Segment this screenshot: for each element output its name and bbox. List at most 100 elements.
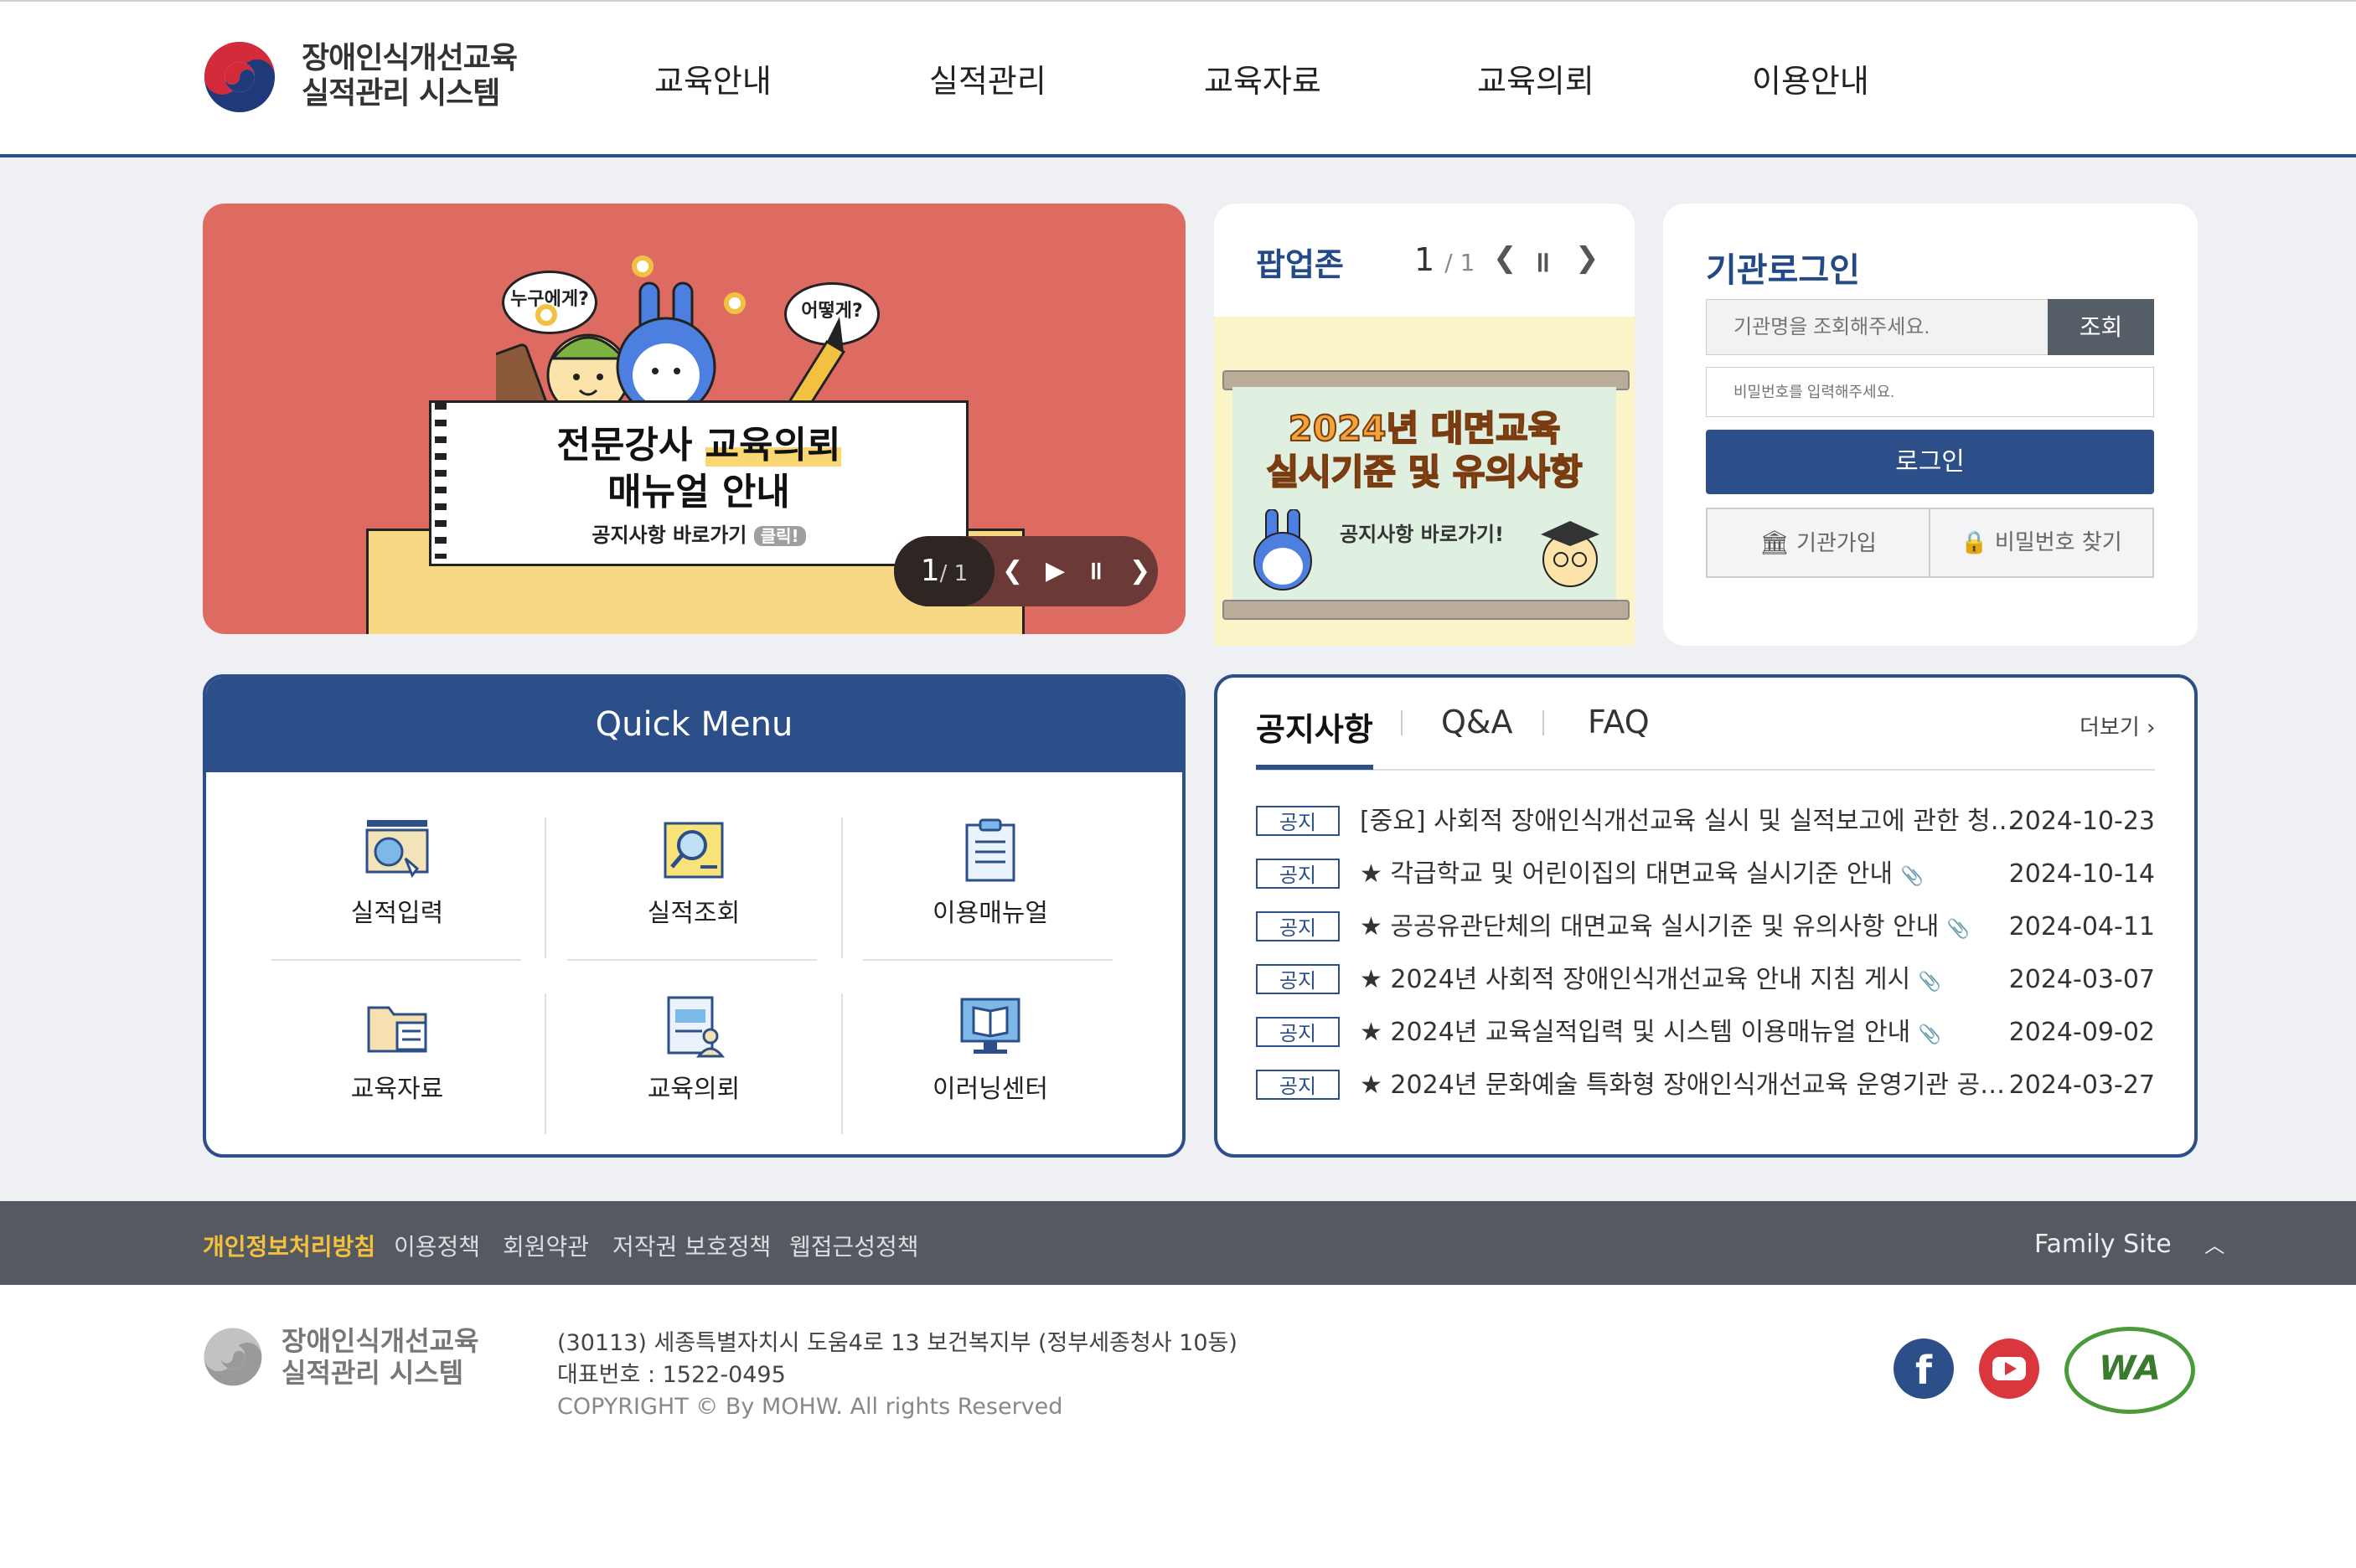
footer-logo-line2: 실적관리 시스템: [282, 1357, 464, 1389]
notice-row[interactable]: 공지 ★ 2024년 문화예술 특화형 장애인식개선교육 운영기관 공지 및 교…: [1256, 1070, 2155, 1103]
popup-board-bottom: [1222, 600, 1630, 620]
tab-qna[interactable]: Q&A: [1441, 704, 1513, 740]
footer-address: (30113) 세종특별자치시 도움4로 13 보건복지부 (정부세종청사 10…: [557, 1330, 1237, 1356]
quick-divider-h1: [271, 959, 521, 961]
facebook-icon[interactable]: f: [1894, 1338, 1954, 1399]
notice-row[interactable]: 공지 ★ 2024년 사회적 장애인식개선교육 안내 지침 게시 📎 2024-…: [1256, 964, 2155, 998]
org-login-title: 기관로그인: [1706, 251, 1860, 290]
tab-notice[interactable]: 공지사항: [1256, 704, 1373, 750]
popup-pause-icon[interactable]: ॥: [1533, 241, 1550, 280]
banner-notice-link[interactable]: 공지사항 바로가기 클릭!: [431, 518, 966, 548]
popup-character-illustration: [1541, 521, 1599, 587]
youtube-icon[interactable]: [1979, 1338, 2039, 1399]
footer-accessibility-policy-link[interactable]: 웹접근성정책: [789, 1229, 919, 1262]
banner-pause-icon[interactable]: ॥: [1088, 536, 1103, 606]
find-password-label: 비밀번호 찾기: [1994, 530, 2122, 555]
quick-divider-h2: [567, 959, 817, 961]
search-doc-icon: [660, 817, 727, 884]
popup-next-icon[interactable]: ❯: [1575, 241, 1599, 275]
nav-usage-guide[interactable]: 이용안내: [1752, 55, 1869, 101]
site-logo[interactable]: 장애인식개선교육 실적관리 시스템: [203, 35, 538, 119]
banner-title-highlight: 교육의뢰: [705, 424, 841, 467]
popup-prev-icon[interactable]: ❮: [1493, 241, 1517, 275]
family-site-label: Family Site: [2034, 1230, 2172, 1259]
notice-row[interactable]: 공지 ★ 공공유관단체의 대면교육 실시기준 및 유의사항 안내 📎 2024-…: [1256, 911, 2155, 945]
notice-date: 2024-03-07: [2008, 965, 2155, 994]
find-password-button[interactable]: 🔒 비밀번호 찾기: [1929, 508, 2154, 578]
quick-item-label: 실적조회: [647, 899, 741, 928]
popup-counter-current: 1: [1414, 241, 1435, 278]
notice-row[interactable]: 공지 ★ 2024년 교육실적입력 및 시스템 이용매뉴얼 안내 📎 2024-…: [1256, 1017, 2155, 1050]
quick-divider-v1: [545, 818, 546, 958]
quick-item-label: 이용매뉴얼: [933, 899, 1048, 928]
popup-counter-total: / 1: [1444, 249, 1475, 276]
quick-item-education-request[interactable]: 교육의뢰: [572, 993, 815, 1105]
org-name-input[interactable]: [1706, 299, 2049, 355]
footer-privacy-policy-link[interactable]: 개인정보처리방침: [203, 1229, 375, 1262]
quick-item-label: 이러닝센터: [933, 1075, 1048, 1104]
footer-phone: 대표번호 : 1522-0495: [557, 1362, 786, 1388]
banner-prev-icon[interactable]: ❮: [1002, 536, 1023, 606]
notice-date: 2024-10-23: [2008, 807, 2155, 836]
more-label: 더보기: [2080, 715, 2140, 740]
tab-divider: [1401, 710, 1403, 735]
nav-materials[interactable]: 교육자료: [1204, 55, 1321, 101]
government-emblem-icon: [204, 42, 275, 112]
notice-row[interactable]: 공지 ★ 각급학교 및 어린이집의 대면교육 실시기준 안내 📎 2024-10…: [1256, 859, 2155, 892]
tab-underline-track: [1256, 769, 2155, 771]
notice-date: 2024-04-11: [2008, 912, 2155, 941]
org-query-button[interactable]: 조회: [2048, 299, 2154, 355]
notice-row[interactable]: 공지 [중요] 사회적 장애인식개선교육 실시 및 실적보고에 관한 청렴 권고…: [1256, 806, 2155, 839]
notice-title: ★ 공공유관단체의 대면교육 실시기준 및 유의사항 안내 📎: [1360, 911, 2022, 946]
notice-title: ★ 2024년 교육실적입력 및 시스템 이용매뉴얼 안내 📎: [1360, 1017, 2022, 1051]
notice-date: 2024-09-02: [2008, 1018, 2155, 1047]
password-input[interactable]: [1706, 367, 2154, 417]
banner-play-icon[interactable]: ▶: [1046, 536, 1065, 606]
popup-counter: 1 / 1: [1414, 241, 1475, 278]
footer-emblem-icon: [204, 1328, 262, 1386]
login-button[interactable]: 로그인: [1706, 430, 2154, 494]
attachment-icon: 📎: [1918, 972, 1942, 993]
banner-counter-total: / 1: [939, 561, 969, 586]
clipboard-icon: [957, 817, 1024, 884]
footer-copyright: COPYRIGHT © By MOHW. All rights Reserved: [557, 1394, 1063, 1420]
wa-badge-text: WA: [2099, 1349, 2161, 1388]
quick-item-label: 교육의뢰: [647, 1075, 741, 1104]
notice-badge: 공지: [1256, 964, 1340, 994]
quick-item-performance-input[interactable]: 실적입력: [276, 817, 519, 929]
quick-item-label: 실적입력: [350, 899, 444, 928]
more-link[interactable]: 더보기 ›: [2080, 710, 2155, 741]
footer-copyright-policy-link[interactable]: 저작권 보호정책: [612, 1229, 771, 1262]
nav-performance[interactable]: 실적관리: [929, 55, 1046, 101]
footer-usage-policy-link[interactable]: 이용정책: [394, 1229, 480, 1262]
banner-next-icon[interactable]: ❯: [1129, 536, 1150, 606]
footer-logo-text: 장애인식개선교육 실적관리 시스템: [282, 1325, 479, 1389]
attachment-icon: 📎: [1946, 919, 1971, 940]
banner-title-line2: 매뉴얼 안내: [607, 471, 790, 513]
quick-item-education-materials[interactable]: 교육자료: [276, 993, 519, 1105]
popup-rabbit-illustration: [1253, 509, 1312, 591]
org-join-button[interactable]: 🏛 기관가입: [1706, 508, 1930, 578]
banner-counter-current: 1: [920, 554, 940, 588]
banner-click-badge: 클릭!: [753, 526, 806, 546]
nav-education-guide[interactable]: 교육안내: [654, 55, 772, 101]
nav-request[interactable]: 교육의뢰: [1477, 55, 1594, 101]
notice-title: ★ 2024년 문화예술 특화형 장애인식개선교육 운영기관 공지 및 교…: [1360, 1070, 2022, 1100]
institution-icon: 🏛: [1759, 529, 1790, 556]
quick-item-user-manual[interactable]: 이용매뉴얼: [869, 817, 1112, 929]
notice-badge: 공지: [1256, 1070, 1340, 1100]
tab-faq[interactable]: FAQ: [1588, 704, 1650, 740]
family-site-toggle[interactable]: Family Site ︿: [2034, 1229, 2224, 1259]
notice-date: 2024-10-14: [2008, 859, 2155, 889]
banner-notepad: 전문강사 교육의뢰 매뉴얼 안내 공지사항 바로가기 클릭!: [429, 400, 969, 566]
popup-image-link: 공지사항 바로가기!: [1340, 523, 1504, 546]
quick-menu-title: Quick Menu: [206, 678, 1182, 772]
notice-title-text: ★ 2024년 사회적 장애인식개선교육 안내 지침 게시: [1360, 965, 1911, 994]
popup-image[interactable]: 2024년 대면교육 실시기준 및 유의사항 공지사항 바로가기!: [1214, 317, 1635, 646]
quick-item-elearning-center[interactable]: 이러닝센터: [869, 993, 1112, 1105]
footer-terms-link[interactable]: 회원약관: [503, 1229, 589, 1262]
chevron-up-icon: ︿: [2204, 1234, 2225, 1257]
web-accessibility-badge-icon[interactable]: WA: [2064, 1327, 2195, 1414]
popup-image-line2: 실시기준 및 유의사항: [1265, 451, 1583, 493]
quick-item-performance-search[interactable]: 실적조회: [572, 817, 815, 929]
